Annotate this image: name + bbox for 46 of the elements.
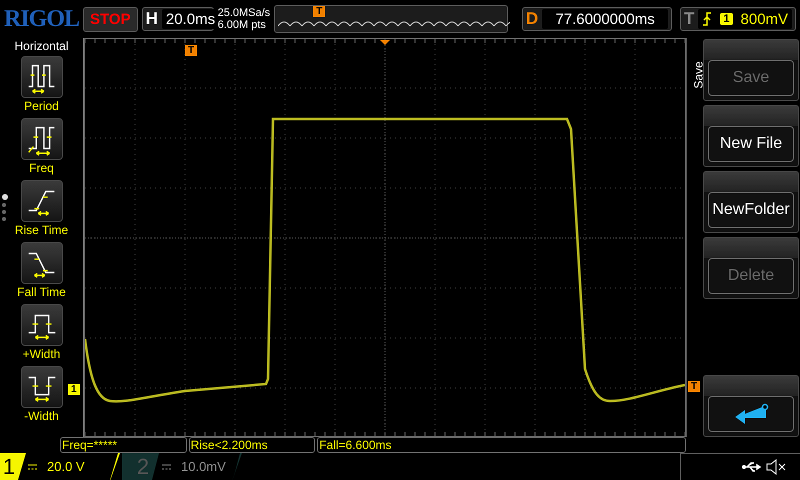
brand-logo: RIGOL (4, 6, 80, 32)
dc-coupling-icon (162, 464, 171, 470)
measure-button[interactable] (20, 118, 62, 160)
trigger-level: 800mV (740, 10, 788, 28)
page-dot[interactable] (2, 210, 6, 214)
trigger-source: 1 (720, 13, 733, 25)
trigger-marker: T (313, 6, 326, 17)
channel-tab[interactable]: 2 10.0mV (122, 453, 242, 480)
channel-scale: 20.0 V (47, 459, 85, 474)
menu-title: Horizontal (14, 39, 69, 53)
memory-depth: 6.00M pts (218, 19, 267, 31)
delay-box[interactable]: D 77.6000000ms (522, 7, 672, 31)
measure-label: Freq (29, 160, 54, 176)
mute-icon (766, 459, 786, 475)
run-stop-status[interactable]: STOP (83, 6, 138, 32)
page-dot[interactable] (2, 203, 6, 207)
trigger-position-marker: T (185, 45, 198, 56)
page-dot[interactable] (2, 194, 8, 200)
menu-button[interactable]: NewFolder (703, 171, 799, 233)
measure-button[interactable] (20, 180, 62, 222)
measure-label: Rise Time (14, 222, 68, 238)
page-dot[interactable] (2, 217, 6, 221)
dc-coupling-icon (28, 464, 37, 470)
sample-rate: 25.0MSa/s (218, 7, 270, 19)
measure-label: Fall Time (17, 284, 66, 300)
trigger-box[interactable]: T 1 800mV (680, 7, 796, 31)
measure-label: +Width (22, 346, 60, 362)
measurement-readout: Rise<2.200ms (188, 437, 316, 453)
menu-title: Save (692, 61, 706, 89)
menu-button[interactable]: New File (703, 105, 799, 167)
channel-marker: 1 (68, 384, 80, 395)
measurement-readout: Freq=***** (60, 437, 187, 453)
measure-button[interactable] (20, 242, 62, 284)
channel-scale: 10.0mV (181, 459, 226, 474)
trigger-level-marker: T (688, 381, 700, 392)
measure-button[interactable] (20, 304, 62, 346)
measure-button[interactable] (20, 56, 62, 98)
measure-label: Period (24, 98, 59, 114)
usb-icon (742, 461, 762, 473)
measure-label: -Width (24, 408, 59, 424)
back-button[interactable] (703, 375, 799, 437)
measure-button[interactable] (20, 366, 62, 408)
channel-tab[interactable]: 1 20.0 V (0, 453, 120, 480)
measurement-readout: Fall=6.600ms (317, 437, 686, 453)
trigger-center-icon (380, 40, 390, 45)
rising-edge-icon (702, 12, 712, 26)
